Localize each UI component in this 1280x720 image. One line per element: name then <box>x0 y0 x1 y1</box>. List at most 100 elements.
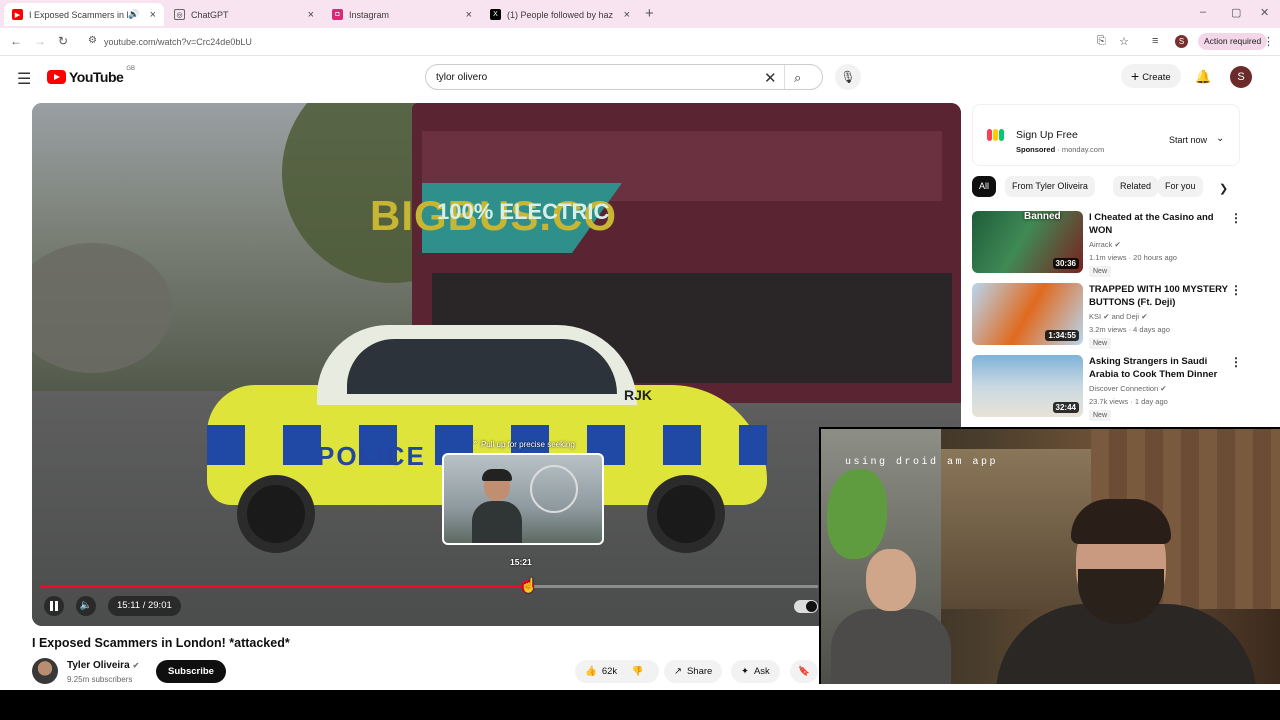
preview-person <box>472 469 522 543</box>
clear-search-icon[interactable]: ✕ <box>764 69 777 87</box>
rec-channel[interactable]: Discover Connection ✔ <box>1089 384 1167 393</box>
rec-meta: 1.1m views · 20 hours ago <box>1089 253 1177 262</box>
progress-bar[interactable] <box>40 580 818 593</box>
dislike-thumb-icon[interactable]: 👎 <box>632 666 644 677</box>
create-button[interactable]: + Create <box>1121 64 1181 88</box>
search-input[interactable] <box>436 71 756 83</box>
pause-button[interactable] <box>44 596 64 616</box>
instagram-favicon-icon: ◘ <box>332 9 343 20</box>
subscribe-button[interactable]: Subscribe <box>156 660 226 683</box>
x-favicon-icon: X <box>490 9 501 20</box>
volume-icon[interactable]: 🔈 <box>76 596 96 616</box>
close-tab-icon[interactable]: × <box>466 9 472 21</box>
sponsored-ad-card[interactable]: Sign Up Free Sponsored · monday.com Star… <box>972 104 1240 166</box>
chevron-down-icon[interactable]: ⌄ <box>1216 133 1224 144</box>
search-divider <box>784 65 785 89</box>
youtube-logo[interactable]: YouTube GB <box>47 66 135 85</box>
voice-search-mic-icon[interactable]: 🎙 <box>835 64 861 90</box>
car-wheel <box>237 475 315 553</box>
youtube-favicon-icon: ▶ <box>12 9 23 20</box>
media-controls-icon[interactable]: ≡ <box>1152 35 1158 47</box>
rec-channel-name: Airrack <box>1089 240 1113 249</box>
more-options-icon[interactable]: ⋮ <box>1230 355 1242 369</box>
url-bar[interactable]: ⚙ youtube.com/watch?v=Crc24de0bLU <box>80 31 1085 53</box>
url-text: youtube.com/watch?v=Crc24de0bLU <box>104 37 252 47</box>
plate-lettering: RJK <box>624 387 653 403</box>
account-avatar[interactable]: S <box>1230 66 1252 88</box>
chip-for-you[interactable]: For you <box>1158 176 1203 197</box>
webcam-person-right <box>996 489 1256 684</box>
rec-channel[interactable]: Airrack ✔ <box>1089 240 1121 249</box>
chip-related[interactable]: Related <box>1113 176 1159 197</box>
ad-start-now-button[interactable]: Start now <box>1161 130 1215 150</box>
list-item[interactable]: 32:44 Asking Strangers in Saudi Arabia t… <box>972 355 1242 421</box>
rec-title[interactable]: TRAPPED WITH 100 MYSTERY BUTTONS (Ft. De… <box>1089 283 1229 309</box>
tab-title: (1) People followed by haz <box>507 9 614 20</box>
rec-title[interactable]: Asking Strangers in Saudi Arabia to Cook… <box>1089 355 1229 381</box>
install-app-icon[interactable]: ⎘ <box>1097 35 1106 48</box>
webcam-plant <box>827 469 887 559</box>
verified-check-icon: ✔ <box>1160 384 1167 393</box>
preview-london-eye <box>530 465 578 513</box>
bookmark-star-icon[interactable]: ☆ <box>1119 35 1129 48</box>
rec-channel[interactable]: KSI ✔ and Deji ✔ <box>1089 312 1148 321</box>
tab-instagram[interactable]: ◘ Instagram × <box>324 3 480 26</box>
duration-badge: 32:44 <box>1052 402 1079 413</box>
close-window-icon[interactable]: ✕ <box>1260 6 1269 19</box>
forward-icon[interactable]: → <box>34 34 46 48</box>
like-thumb-icon[interactable]: 👍 <box>585 666 597 677</box>
bus-electric-lettering: 100% ELECTRIC <box>437 199 610 224</box>
channel-avatar[interactable] <box>32 658 58 684</box>
like-count[interactable]: 62k <box>602 666 617 677</box>
video-title: I Exposed Scammers in London! *attacked* <box>32 636 290 650</box>
thumbnail-overlay-text: Banned <box>1024 211 1061 222</box>
tab-chatgpt[interactable]: ◎ ChatGPT × <box>166 3 322 26</box>
reload-icon[interactable]: ↻ <box>58 34 68 48</box>
audio-playing-icon[interactable]: 🔊 <box>128 9 139 20</box>
mouse-pointer-icon: ☝ <box>520 577 538 593</box>
channel-name[interactable]: Tyler Oliveira ✔ <box>67 660 139 671</box>
person-body <box>831 609 951 684</box>
video-thumbnail[interactable]: 32:44 <box>972 355 1083 417</box>
new-tab-button[interactable]: + <box>645 5 654 22</box>
bookmark-icon: 🔖 <box>798 666 810 677</box>
action-required-button[interactable]: Action required <box>1198 33 1268 50</box>
verified-check-icon: ✔ <box>1141 312 1148 321</box>
chevron-right-icon[interactable]: ❯ <box>1219 182 1228 195</box>
minimize-icon[interactable]: – <box>1200 6 1206 18</box>
close-tab-icon[interactable]: × <box>150 9 156 21</box>
channel-name-text: Tyler Oliveira <box>67 660 130 671</box>
new-badge: New <box>1089 410 1112 421</box>
tab-x-people-followed[interactable]: X (1) People followed by haz × <box>482 3 638 26</box>
more-options-icon[interactable]: ⋮ <box>1230 211 1242 225</box>
notifications-bell-icon[interactable]: 🔔 <box>1195 69 1211 85</box>
share-button[interactable]: ↗ Share <box>664 660 723 683</box>
related-filter-chips: All From Tyler Oliveira Related For you <box>972 176 1232 198</box>
more-options-icon[interactable]: ⋮ <box>1230 283 1242 297</box>
list-item[interactable]: 1:34:55 TRAPPED WITH 100 MYSTERY BUTTONS… <box>972 283 1242 349</box>
video-thumbnail[interactable]: 1:34:55 <box>972 283 1083 345</box>
rec-meta: 23.7k views · 1 day ago <box>1089 397 1168 406</box>
ask-button[interactable]: ✦ Ask <box>731 660 780 683</box>
site-info-icon[interactable]: ⚙ <box>88 35 97 46</box>
video-thumbnail[interactable]: Banned 30:36 <box>972 211 1083 273</box>
list-item[interactable]: Banned 30:36 I Cheated at the Casino and… <box>972 211 1242 277</box>
chip-all[interactable]: All <box>972 176 997 197</box>
chip-from-tyler-oliveira[interactable]: From Tyler Oliveira <box>1005 176 1095 197</box>
webcam-overlay: using droid am app <box>819 427 1280 684</box>
verified-check-icon: ✔ <box>132 661 140 670</box>
save-button[interactable]: 🔖 <box>790 660 818 683</box>
maximize-icon[interactable]: ▢ <box>1231 6 1241 19</box>
close-tab-icon[interactable]: × <box>308 9 314 21</box>
rec-title[interactable]: I Cheated at the Casino and WON <box>1089 211 1229 237</box>
preview-person-torso <box>472 501 522 543</box>
back-icon[interactable]: ← <box>10 34 22 48</box>
guide-menu-icon[interactable]: ☰ <box>17 69 31 89</box>
search-icon[interactable]: ⌕ <box>794 70 801 86</box>
tab-youtube-video[interactable]: ▶ I Exposed Scammers in Lon 🔊 × <box>4 3 164 26</box>
chatgpt-favicon-icon: ◎ <box>174 9 185 20</box>
time-display: 15:11 / 29:01 <box>108 596 181 616</box>
autoplay-toggle[interactable] <box>794 600 818 613</box>
close-tab-icon[interactable]: × <box>624 9 630 21</box>
browser-profile-avatar[interactable]: S <box>1175 35 1188 48</box>
